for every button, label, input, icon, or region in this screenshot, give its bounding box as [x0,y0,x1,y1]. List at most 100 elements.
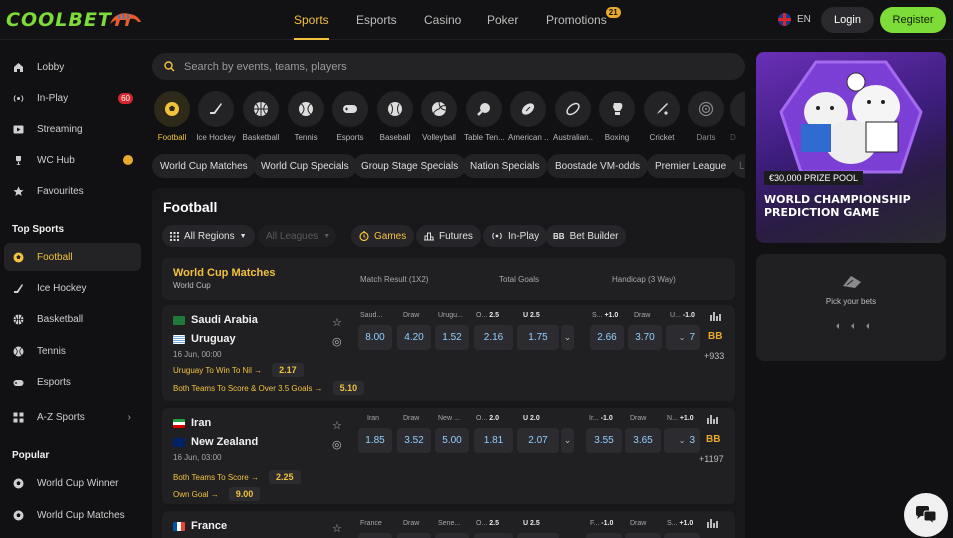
register-button[interactable]: Register [880,7,946,33]
odd-button[interactable]: 3.70 [628,325,662,350]
odd-button[interactable] [664,533,700,538]
odd-button[interactable]: 5.00 [435,428,469,453]
odd-button[interactable] [586,533,622,538]
odd-button[interactable] [435,533,469,538]
sport-ice-hockey[interactable]: Ice Hockey [196,91,236,142]
games-filter-button[interactable]: Games [351,225,415,247]
chip-world-cup-specials[interactable]: World Cup Specials [253,154,357,178]
bar-chart-icon[interactable] [707,518,718,528]
special-bet-odd[interactable]: 2.25 [268,470,301,484]
sport-esports[interactable]: Esports [330,91,370,142]
sport-cricket[interactable]: Cricket [642,91,682,142]
sport-basketball[interactable]: Basketball [241,91,281,142]
more-markets-link[interactable]: +1197 [699,454,724,464]
sport-table-tennis[interactable]: Table Ten... [464,91,504,142]
chip-la-liga[interactable]: La [732,154,745,178]
sport-baseball[interactable]: Baseball [375,91,415,142]
nav-esports[interactable]: Esports [356,0,397,40]
more-markets-link[interactable]: +933 [704,351,724,361]
stats-icon[interactable]: ◎ [332,337,343,348]
special-bet-link[interactable]: Both Teams To Score & Over 3.5 Goals → 5… [173,381,365,395]
sidebar-item-tennis[interactable]: Tennis [4,337,141,365]
special-bet-link[interactable]: Both Teams To Score → 2.25 [173,470,301,484]
odd-button[interactable] [474,533,513,538]
chevron-down-icon[interactable]: ⌄ [561,428,574,453]
search-bar[interactable] [152,53,745,80]
special-bet-link[interactable]: Own Goal → 9.00 [173,487,261,501]
sport-darts[interactable]: Darts [686,91,726,142]
sport-boxing[interactable]: Boxing [597,91,637,142]
special-bet-odd[interactable]: 5.10 [332,381,365,395]
sidebar-item-football[interactable]: Football [4,243,141,271]
sport-more[interactable]: D [730,91,745,142]
special-bet-odd[interactable]: 2.17 [272,363,304,377]
odd-button[interactable]: 8.00 [358,325,392,350]
sidebar-item-a-z-sports[interactable]: A-Z Sports › [4,403,141,431]
odd-button[interactable]: 2.66 [590,325,624,350]
chip-group-stage-specials[interactable]: Group Stage Specials [353,154,467,178]
match-row[interactable]: Iran New Zealand 16 Jun, 03:00 Both Team… [162,408,735,504]
login-button[interactable]: Login [821,7,874,33]
nav-poker[interactable]: Poker [487,0,518,40]
chip-premier-league[interactable]: Premier League [647,154,735,178]
odd-button[interactable]: 1.81 [474,428,513,453]
odd-button[interactable]: ⌄ 3 [664,428,700,453]
search-input[interactable] [184,60,724,73]
bet-builder-badge[interactable]: BB [706,434,720,445]
odd-button[interactable]: ⌄ 7 [666,325,700,350]
odd-button[interactable] [358,533,392,538]
sidebar-item-favourites[interactable]: Favourites [4,177,141,205]
odd-button[interactable] [517,533,559,538]
sport-tennis[interactable]: Tennis [286,91,326,142]
sidebar-item-ice-hockey[interactable]: Ice Hockey [4,274,141,302]
language-selector[interactable]: EN [778,13,811,26]
sport-american-football[interactable]: American ... [508,91,548,142]
odd-button[interactable]: 3.55 [586,428,622,453]
chip-world-cup-matches[interactable]: World Cup Matches [152,154,256,178]
favourite-star-icon[interactable]: ☆ [332,318,343,329]
sidebar-item-esports[interactable]: Esports [4,368,141,396]
sidebar-item-world-cup-matches[interactable]: World Cup Matches [4,501,141,529]
in-play-filter-button[interactable]: In-Play [483,225,548,247]
futures-filter-button[interactable]: Futures [416,225,481,247]
chat-support-button[interactable] [904,493,948,537]
sidebar-item-wc-hub[interactable]: WC Hub [4,146,141,174]
coolbet-logo[interactable]: COOLBET [6,9,112,31]
odd-button[interactable]: 1.75 [517,325,559,350]
special-bet-odd[interactable]: 9.00 [228,487,261,501]
chip-nation-specials[interactable]: Nation Specials [462,154,548,178]
match-row[interactable]: Saudi Arabia Uruguay 16 Jun, 00:00 Urugu… [162,305,735,401]
odd-button[interactable]: 3.52 [397,428,431,453]
odd-button[interactable]: 4.20 [397,325,431,350]
promo-banner[interactable]: €30,000 PRIZE POOL WORLD CHAMPIONSHIP PR… [756,52,946,243]
odd-button[interactable] [625,533,661,538]
nav-sports[interactable]: Sports [294,0,329,40]
odd-button[interactable]: 2.16 [474,325,513,350]
favourite-star-icon[interactable]: ☆ [332,421,343,432]
match-row[interactable]: France ☆ France Draw Sene... O... 2.5 U … [162,511,735,538]
bet-builder-badge[interactable]: BB [708,331,722,342]
sidebar-item-world-cup-winner[interactable]: World Cup Winner [4,469,141,497]
odd-button[interactable]: 1.85 [358,428,392,453]
special-bet-link[interactable]: Uruguay To Win To Nil → 2.17 [173,363,304,377]
bet-builder-filter-button[interactable]: BB Bet Builder [545,225,627,247]
chip-boostade-vm-odds[interactable]: Boostade VM-odds [547,154,649,178]
sidebar-item-in-play[interactable]: In-Play 60 [4,84,141,112]
all-leagues-dropdown[interactable]: All Leagues ▼ [258,225,336,247]
sport-volleyball[interactable]: Volleyball [419,91,459,142]
odd-button[interactable] [397,533,431,538]
favourite-star-icon[interactable]: ☆ [332,524,343,535]
odd-button[interactable]: 2.07 [517,428,559,453]
bar-chart-icon[interactable] [710,311,721,321]
chevron-down-icon[interactable]: ⌄ [561,325,574,350]
nav-promotions[interactable]: Promotions 21 [546,0,621,40]
sidebar-item-streaming[interactable]: Streaming [4,115,141,143]
sport-football[interactable]: Football [152,91,192,142]
bar-chart-icon[interactable] [707,414,718,424]
sidebar-item-basketball[interactable]: Basketball [4,305,141,333]
sidebar-item-lobby[interactable]: Lobby [4,53,141,81]
odd-button[interactable]: 3.65 [625,428,661,453]
nav-casino[interactable]: Casino [424,0,461,40]
sport-australian-rules[interactable]: Australian... [553,91,593,142]
all-regions-dropdown[interactable]: All Regions ▼ [162,225,255,247]
